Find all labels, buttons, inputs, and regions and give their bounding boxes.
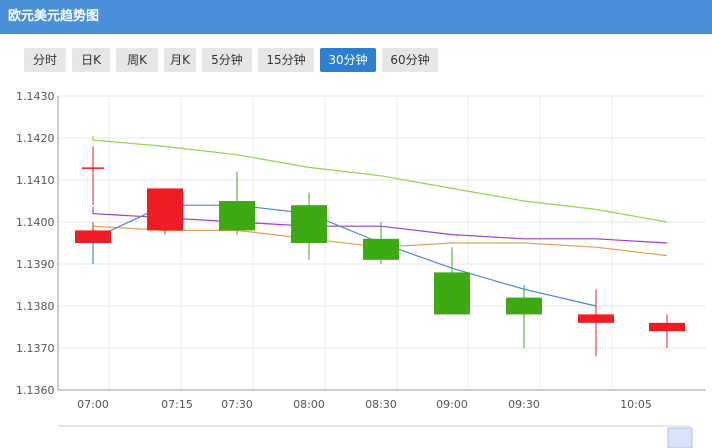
tab-1[interactable]: 分时 bbox=[24, 48, 66, 72]
tab-2[interactable]: 日K bbox=[72, 48, 110, 72]
candle-body bbox=[75, 230, 111, 243]
x-tick-label: 10:05 bbox=[620, 398, 652, 411]
chart-title: 欧元美元趋势图 bbox=[8, 9, 100, 24]
x-tick-label: 08:00 bbox=[293, 398, 325, 411]
y-tick-label: 1.1380 bbox=[16, 300, 55, 313]
y-tick-label: 1.1390 bbox=[16, 258, 55, 271]
x-tick-label: 09:00 bbox=[436, 398, 468, 411]
x-tick-label: 07:00 bbox=[77, 398, 109, 411]
candle-body bbox=[219, 201, 255, 231]
x-tick-label: 08:30 bbox=[365, 398, 397, 411]
candle-body bbox=[434, 272, 470, 315]
y-tick-label: 1.1400 bbox=[16, 216, 55, 229]
candle-body bbox=[578, 314, 614, 323]
tab-8[interactable]: 60分钟 bbox=[382, 48, 438, 72]
candle-body bbox=[291, 205, 327, 243]
tab-5[interactable]: 5分钟 bbox=[202, 48, 252, 72]
tab-4[interactable]: 月K bbox=[164, 48, 196, 72]
y-tick-label: 1.1420 bbox=[16, 132, 55, 145]
y-tick-label: 1.1370 bbox=[16, 342, 55, 355]
x-tick-label: 07:15 bbox=[161, 398, 193, 411]
x-tick-label: 07:30 bbox=[221, 398, 253, 411]
candlestick-chart: 1.1430 1.1420 1.1410 1.1400 1.1390 1.1380 1.13… bbox=[16, 90, 706, 448]
candle-body bbox=[363, 238, 399, 260]
x-tick-label: 09:30 bbox=[508, 398, 540, 411]
y-tick-label: 1.1430 bbox=[16, 90, 55, 103]
header-bar: 欧元美元趋势图 bbox=[0, 0, 712, 34]
tab-6[interactable]: 15分钟 bbox=[258, 48, 314, 72]
candle-body bbox=[506, 297, 542, 315]
y-tick-label: 1.1360 bbox=[16, 384, 55, 397]
candle-body bbox=[82, 167, 104, 169]
candle-body bbox=[147, 188, 183, 231]
y-tick-label: 1.1410 bbox=[16, 174, 55, 187]
tab-3[interactable]: 周K bbox=[116, 48, 158, 72]
navigator-handle bbox=[667, 427, 693, 448]
tab-7[interactable]: 30分钟 bbox=[320, 48, 376, 72]
candle-body bbox=[649, 322, 685, 332]
